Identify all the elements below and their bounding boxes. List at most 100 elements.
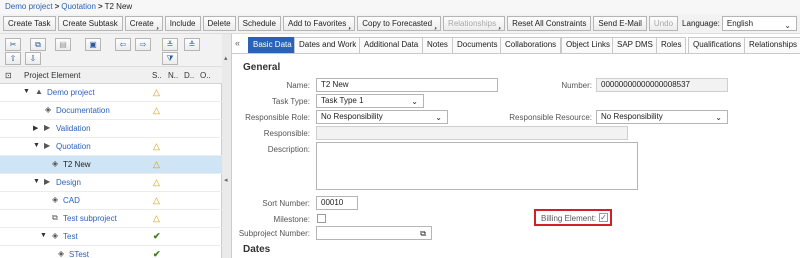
project-tree-panel: ✂ ⧉ ▤ ▣ ⇦ ⇨ ≚ ≙ ⇧ ⇩ ⧩ ⊡ Project Element …	[0, 34, 222, 258]
column-status[interactable]: S..	[152, 71, 162, 80]
name-input[interactable]: T2 New	[316, 78, 498, 92]
cut-icon[interactable]: ✂	[5, 38, 21, 51]
task-icon: ◈	[52, 231, 59, 240]
arrow-left-icon[interactable]: ⇦	[115, 38, 131, 51]
chevron-down-icon: ⌄	[784, 21, 791, 30]
responsible-role-select[interactable]: No Responsibility ⌄	[316, 110, 448, 124]
tree-row[interactable]: ◈ STest ✔	[0, 246, 222, 258]
tree-row[interactable]: ▼ ◈ Test ✔	[0, 228, 222, 246]
task-icon: ◈	[52, 195, 59, 204]
column-d[interactable]: D..	[184, 71, 194, 80]
tree-row[interactable]: ▼ ▲ Demo project △	[0, 84, 222, 102]
copy-to-forecasted-button[interactable]: Copy to Forecasted	[357, 16, 442, 31]
arrow-up-icon[interactable]: ⇧	[5, 52, 21, 65]
tab-roles[interactable]: Roles	[656, 37, 687, 53]
schedule-button[interactable]: Schedule	[237, 16, 281, 31]
breadcrumb-quotation[interactable]: Quotation	[61, 2, 96, 11]
column-o[interactable]: O..	[200, 71, 211, 80]
add-to-favorites-button[interactable]: Add to Favorites	[282, 16, 356, 31]
dropdown-caret-icon	[347, 26, 352, 31]
tab-documents[interactable]: Documents	[452, 37, 503, 53]
subproject-number-label: Subproject Number:	[238, 229, 310, 238]
tab-collaborations[interactable]: Collaborations	[500, 37, 562, 53]
expand-toggle-icon[interactable]: ▼	[33, 142, 40, 149]
create-subtask-button[interactable]: Create Subtask	[57, 16, 123, 31]
copy-icon[interactable]: ⧉	[30, 38, 46, 51]
relationships-label: Relationships	[448, 19, 497, 28]
tree-item-label: STest	[69, 250, 90, 258]
tab-scroll-left-icon[interactable]: «	[235, 38, 240, 48]
panel-splitter[interactable]: ▴ ◂	[222, 34, 232, 258]
details-icon[interactable]: ▣	[85, 38, 101, 51]
filter-icon[interactable]: ⧩	[162, 52, 178, 65]
undo-button[interactable]: Undo	[648, 16, 679, 31]
warning-icon: △	[153, 177, 160, 187]
paste-icon[interactable]: ▤	[55, 38, 71, 51]
tree-row-selected[interactable]: ◈ T2 New △	[0, 156, 222, 174]
relationships-button[interactable]: Relationships	[443, 16, 506, 31]
tree-toolbar: ✂ ⧉ ▤ ▣ ⇦ ⇨ ≚ ≙ ⇧ ⇩ ⧩	[0, 34, 222, 67]
tab-sap-dms[interactable]: SAP DMS	[612, 37, 658, 53]
send-email-button[interactable]: Send E-Mail	[593, 16, 647, 31]
arrow-down-icon[interactable]: ⇩	[25, 52, 41, 65]
splitter-collapse-icon[interactable]: ◂	[224, 176, 228, 184]
tree-row[interactable]: ◈ CAD △	[0, 192, 222, 210]
billing-element-label: Billing Element:	[541, 214, 597, 223]
tree-row[interactable]: ⧉ Test subproject △	[0, 210, 222, 228]
expand-toggle-icon[interactable]: ▼	[33, 178, 40, 185]
responsible-resource-select[interactable]: No Responsibility ⌄	[596, 110, 728, 124]
phase-icon: ▶	[44, 141, 51, 150]
tree-item-label: Quotation	[56, 142, 91, 151]
tab-object-links[interactable]: Object Links	[561, 37, 616, 53]
create-menu-button[interactable]: Create	[124, 16, 163, 31]
create-task-button[interactable]: Create Task	[3, 16, 56, 31]
splitter-arrow-icon[interactable]: ▴	[224, 54, 228, 62]
arrow-right-icon[interactable]: ⇨	[135, 38, 151, 51]
copy-icon[interactable]: ⧉	[420, 228, 426, 239]
tree-row[interactable]: ▼ ▶ Design △	[0, 174, 222, 192]
toolbar: Create Task Create Subtask Create Includ…	[0, 14, 800, 34]
milestone-checkbox[interactable]	[317, 214, 326, 223]
description-label: Description:	[267, 145, 310, 154]
subproject-number-input[interactable]: ⧉	[316, 226, 432, 240]
number-label: Number:	[561, 81, 592, 90]
language-label: Language:	[682, 19, 720, 28]
tab-qualifications[interactable]: Qualifications	[688, 37, 747, 53]
breadcrumb-demo-project[interactable]: Demo project	[5, 2, 53, 11]
tree-item-label: Demo project	[47, 88, 95, 97]
billing-element-checkbox[interactable]: ✓	[599, 213, 608, 222]
column-project-element[interactable]: Project Element	[24, 71, 80, 80]
language-select[interactable]: English ⌄	[721, 16, 797, 31]
reset-all-constraints-button[interactable]: Reset All Constraints	[507, 16, 592, 31]
task-type-select[interactable]: Task Type 1 ⌄	[316, 94, 424, 108]
number-field: 00000000000000008537	[596, 78, 728, 92]
expand-icon[interactable]: ≚	[162, 38, 178, 51]
sort-number-input[interactable]: 00010	[316, 196, 358, 210]
tab-additional-data[interactable]: Additional Data	[359, 37, 424, 53]
responsible-field	[316, 126, 628, 140]
tab-relationships[interactable]: Relationships	[744, 37, 800, 53]
expand-toggle-icon[interactable]: ▶	[33, 124, 38, 132]
description-textarea[interactable]	[316, 142, 638, 190]
responsible-resource-label: Responsible Resource:	[509, 113, 592, 122]
tree-row[interactable]: ◈ Documentation △	[0, 102, 222, 120]
include-button[interactable]: Include	[164, 16, 201, 31]
tab-dates-and-work[interactable]: Dates and Work	[294, 37, 362, 53]
collapse-icon[interactable]: ≙	[184, 38, 200, 51]
breadcrumb-separator: >	[54, 2, 60, 11]
task-icon: ◈	[45, 105, 52, 114]
responsible-resource-value: No Responsibility	[601, 112, 663, 121]
expand-toggle-icon[interactable]: ▼	[23, 88, 30, 95]
warning-icon: △	[153, 159, 160, 169]
delete-button[interactable]: Delete	[202, 16, 236, 31]
tree-row[interactable]: ▼ ▶ Quotation △	[0, 138, 222, 156]
tab-notes[interactable]: Notes	[422, 37, 453, 53]
expand-toggle-icon[interactable]: ▼	[40, 232, 47, 239]
tree-row[interactable]: ▶ ▶ Validation	[0, 120, 222, 138]
breadcrumb-separator: >	[97, 2, 103, 11]
column-n[interactable]: N..	[168, 71, 178, 80]
settings-icon[interactable]: ⊡	[5, 71, 12, 80]
copy-to-forecasted-label: Copy to Forecasted	[362, 19, 433, 28]
add-to-favorites-label: Add to Favorites	[287, 19, 347, 28]
tab-basic-data[interactable]: Basic Data	[248, 37, 297, 53]
